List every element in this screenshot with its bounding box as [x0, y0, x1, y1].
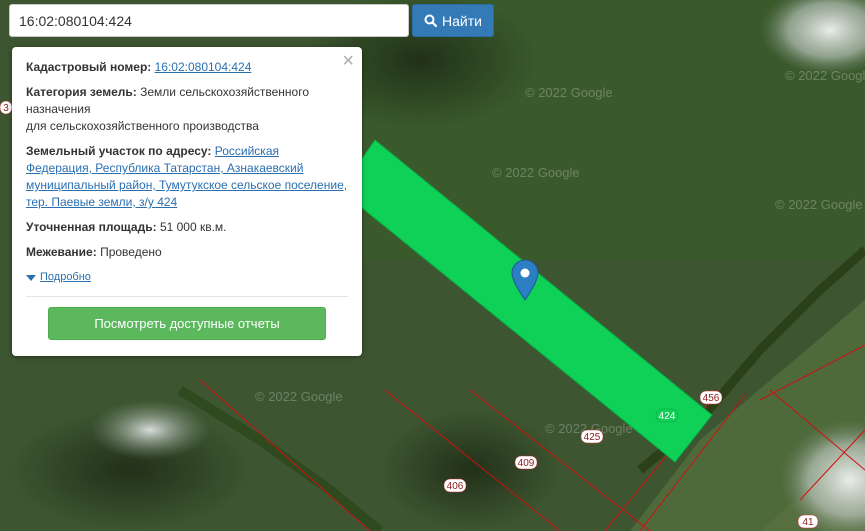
- parcel-info-popup: × Кадастровый номер: 16:02:080104:424 Ка…: [12, 47, 362, 356]
- parcel-label-409[interactable]: 409: [514, 455, 538, 470]
- search-input[interactable]: [10, 5, 408, 36]
- details-toggle[interactable]: Подробно: [26, 269, 348, 286]
- parcel-label-3[interactable]: 3: [0, 100, 13, 115]
- view-reports-button[interactable]: Посмотреть доступные отчеты: [48, 307, 326, 340]
- parcel-label-456[interactable]: 456: [699, 390, 723, 405]
- cadastral-number-row: Кадастровый номер: 16:02:080104:424: [26, 59, 348, 76]
- survey-value: Проведено: [100, 245, 162, 259]
- search-button-label: Найти: [442, 12, 482, 29]
- land-category-label: Категория земель:: [26, 85, 137, 99]
- svg-text:425: 425: [584, 432, 601, 443]
- address-label: Земельный участок по адресу:: [26, 144, 212, 158]
- google-watermark: © 2022 Google: [785, 68, 865, 83]
- svg-text:409: 409: [518, 458, 535, 469]
- search-button[interactable]: Найти: [412, 4, 494, 37]
- search-icon: [424, 14, 438, 27]
- google-watermark: © 2022 Google: [775, 197, 863, 212]
- area-label: Уточненная площадь:: [26, 220, 157, 234]
- close-icon[interactable]: ×: [342, 51, 354, 71]
- parcel-label-424[interactable]: 424: [655, 408, 679, 423]
- svg-text:456: 456: [703, 393, 720, 404]
- land-category-value-line3: для сельскохозяйственного производства: [26, 119, 259, 133]
- popup-divider: [26, 296, 348, 297]
- cloud-shadow: [380, 410, 560, 530]
- survey-label: Межевание:: [26, 245, 97, 259]
- google-watermark: © 2022 Google: [492, 165, 580, 180]
- survey-row: Межевание: Проведено: [26, 244, 348, 261]
- address-row: Земельный участок по адресу: Российская …: [26, 143, 348, 211]
- search-box[interactable]: [9, 4, 409, 37]
- svg-text:41: 41: [802, 517, 814, 528]
- cadastral-number-link[interactable]: 16:02:080104:424: [155, 60, 252, 74]
- details-link[interactable]: Подробно: [40, 269, 91, 286]
- caret-down-icon: [26, 274, 36, 281]
- land-category-value-line1: Земли сельскохозяйственного: [140, 85, 310, 99]
- parcel-label-406[interactable]: 406: [443, 478, 467, 493]
- cadastral-number-label: Кадастровый номер:: [26, 60, 152, 74]
- land-category-row: Категория земель: Земли сельскохозяйстве…: [26, 84, 348, 135]
- area-row: Уточненная площадь: 51 000 кв.м.: [26, 219, 348, 236]
- cloud: [90, 400, 210, 460]
- parcel-label-41[interactable]: 41: [797, 514, 819, 529]
- google-watermark: © 2022 Google: [525, 85, 613, 100]
- svg-text:424: 424: [659, 411, 676, 422]
- area-value: 51 000 кв.м.: [159, 220, 227, 234]
- svg-text:3: 3: [3, 103, 9, 114]
- google-watermark: © 2022 Google: [255, 389, 343, 404]
- land-category-value-line2: назначения: [26, 102, 91, 116]
- svg-text:406: 406: [447, 481, 464, 492]
- parcel-label-425[interactable]: 425: [580, 429, 604, 444]
